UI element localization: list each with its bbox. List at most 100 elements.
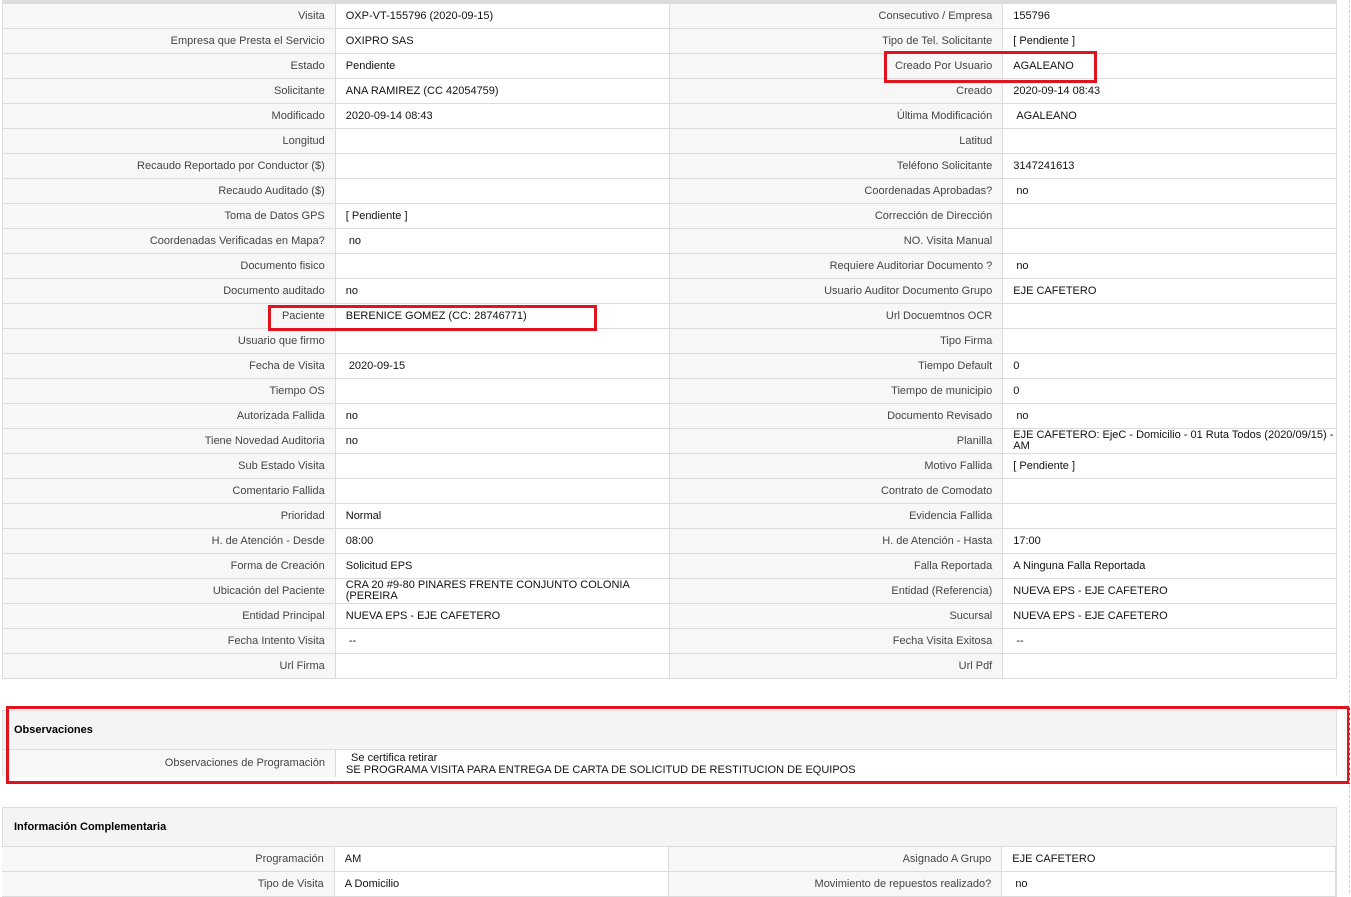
field-value — [1003, 654, 1337, 679]
field-value: EJE CAFETERO — [1003, 279, 1337, 304]
detail-row: Programación AM Asignado A Grupo EJE CAFETE… — [2, 847, 1336, 872]
info-complementaria-grid: Programación AM Asignado A Grupo EJE CAFETE… — [2, 847, 1336, 897]
field-label: Sub Estado Visita — [3, 454, 336, 479]
observaciones-line-1: Se certifica retirar — [348, 752, 438, 764]
field-label: Fecha Visita Exitosa — [669, 629, 1004, 654]
field-label: Fecha de Visita — [3, 354, 336, 379]
field-label: Tipo de Visita — [2, 872, 335, 897]
field-label: Tipo de Tel. Solicitante — [669, 29, 1004, 54]
field-value — [1003, 204, 1337, 229]
detail-row: Url Firma Url Pdf — [3, 654, 1337, 679]
field-value: no — [335, 279, 670, 304]
field-label: Planilla — [669, 429, 1004, 454]
field-value — [1003, 504, 1337, 529]
detail-row: Entidad Principal NUEVA EPS - EJE CAFETER… — [3, 604, 1337, 629]
field-value — [335, 654, 670, 679]
field-label: Tiempo de municipio — [669, 379, 1004, 404]
field-value: Normal — [335, 504, 670, 529]
field-value: no — [1003, 404, 1337, 429]
observaciones-row: Observaciones de Programación Se certifi… — [3, 750, 1336, 777]
field-label: Modificado — [3, 104, 336, 129]
detail-row: Ubicación del Paciente CRA 20 #9-80 PINAR… — [3, 579, 1337, 604]
field-label: Documento fisico — [3, 254, 336, 279]
detail-row: Forma de Creación Solicitud EPS Falla Repo… — [3, 554, 1337, 579]
info-complementaria-section: Información Complementaria Programación A… — [2, 807, 1337, 897]
field-label: Visita — [3, 4, 336, 29]
field-label: Recaudo Reportado por Conductor ($) — [3, 154, 336, 179]
field-value — [1003, 129, 1337, 154]
detail-row: Fecha de Visita 2020-09-15 Tiempo Default… — [3, 354, 1337, 379]
field-label: Usuario que firmo — [3, 329, 336, 354]
field-value: [ Pendiente ] — [1003, 454, 1337, 479]
detail-row: Sub Estado Visita Motivo Fallida[ Pendien… — [3, 454, 1337, 479]
field-value: 0 — [1003, 354, 1337, 379]
field-label: Toma de Datos GPS — [3, 204, 336, 229]
field-label: Programación — [2, 847, 335, 872]
field-label: Tiempo Default — [669, 354, 1004, 379]
field-label: Estado — [3, 54, 336, 79]
detail-row: Documento fisico Requiere Auditoriar Docu… — [3, 254, 1337, 279]
field-value — [335, 379, 670, 404]
field-value: NUEVA EPS - EJE CAFETERO — [1003, 604, 1337, 629]
detail-row: Longitud Latitud — [3, 129, 1337, 154]
field-value: 17:00 — [1003, 529, 1337, 554]
field-label: Entidad (Referencia) — [669, 579, 1004, 604]
field-value: 155796 — [1003, 4, 1337, 29]
field-value: -- — [1003, 629, 1337, 654]
detail-row: Paciente BERENICE GOMEZ (CC: 28746771) Url… — [3, 304, 1337, 329]
field-value: AGALEANO — [1003, 54, 1337, 79]
field-value: [ Pendiente ] — [1003, 29, 1337, 54]
field-label: Movimiento de repuestos realizado? — [668, 872, 1003, 897]
field-value: EJE CAFETERO: EjeC - Domicilio - 01 Ruta… — [1003, 429, 1337, 454]
detail-row: Prioridad Normal Evidencia Fallida — [3, 504, 1337, 529]
detail-row: Estado Pendiente Creado Por Usuario AGALEAN… — [3, 54, 1337, 79]
field-label: Usuario Auditor Documento Grupo — [669, 279, 1004, 304]
detail-row: H. de Atención - Desde 08:00 H. de Atenció… — [3, 529, 1337, 554]
field-value: Solicitud EPS — [335, 554, 670, 579]
detail-row: Comentario Fallida Contrato de Comodato — [3, 479, 1337, 504]
field-value — [335, 329, 670, 354]
field-label: Creado Por Usuario — [669, 54, 1004, 79]
field-label: Documento Revisado — [669, 404, 1004, 429]
detail-row: Modificado 2020-09-14 08:43 Última Modific… — [3, 104, 1337, 129]
visit-detail-grid: Visita OXP-VT-155796 (2020-09-15) Consecut… — [2, 4, 1337, 679]
info-complementaria-title: Información Complementaria — [3, 808, 1336, 847]
detail-row: Empresa que Presta el Servicio OXIPRO SAS… — [3, 29, 1337, 54]
field-value — [335, 154, 670, 179]
field-label: Falla Reportada — [669, 554, 1004, 579]
field-label: Tipo Firma — [669, 329, 1004, 354]
detail-row: Tiene Novedad Auditoria no Planilla EJE CAF… — [3, 429, 1337, 454]
field-value: AM — [334, 847, 669, 872]
field-value — [335, 179, 670, 204]
field-label: Url Pdf — [669, 654, 1004, 679]
field-label: NO. Visita Manual — [669, 229, 1004, 254]
field-value: no — [1002, 872, 1336, 897]
field-label: Prioridad — [3, 504, 336, 529]
field-label: Autorizada Fallida — [3, 404, 336, 429]
detail-row: Tiempo OS Tiempo de municipio 0 — [3, 379, 1337, 404]
field-label: Forma de Creación — [3, 554, 336, 579]
field-label: Coordenadas Aprobadas? — [669, 179, 1004, 204]
field-value: 3147241613 — [1003, 154, 1337, 179]
detail-row: Recaudo Auditado ($) Coordenadas Aprobada… — [3, 179, 1337, 204]
field-value: OXP-VT-155796 (2020-09-15) — [335, 4, 670, 29]
field-value — [1003, 229, 1337, 254]
detail-row: Usuario que firmo Tipo Firma — [3, 329, 1337, 354]
field-label: Solicitante — [3, 79, 336, 104]
detail-row: Visita OXP-VT-155796 (2020-09-15) Consecut… — [3, 4, 1337, 29]
field-label: Latitud — [669, 129, 1004, 154]
field-value — [335, 254, 670, 279]
field-label: Longitud — [3, 129, 336, 154]
field-value: OXIPRO SAS — [335, 29, 670, 54]
field-label: Tiempo OS — [3, 379, 336, 404]
detail-row: Solicitante ANA RAMIREZ (CC 42054759) Crea… — [3, 79, 1337, 104]
field-value: 08:00 — [335, 529, 670, 554]
field-value: -- — [335, 629, 670, 654]
field-label: Coordenadas Verificadas en Mapa? — [3, 229, 336, 254]
field-value: EJE CAFETERO — [1002, 847, 1336, 872]
field-label: Teléfono Solicitante — [669, 154, 1004, 179]
observaciones-label: Observaciones de Programación — [3, 750, 336, 777]
field-value: BERENICE GOMEZ (CC: 28746771) — [335, 304, 670, 329]
field-value — [335, 454, 670, 479]
field-value: no — [1003, 254, 1337, 279]
